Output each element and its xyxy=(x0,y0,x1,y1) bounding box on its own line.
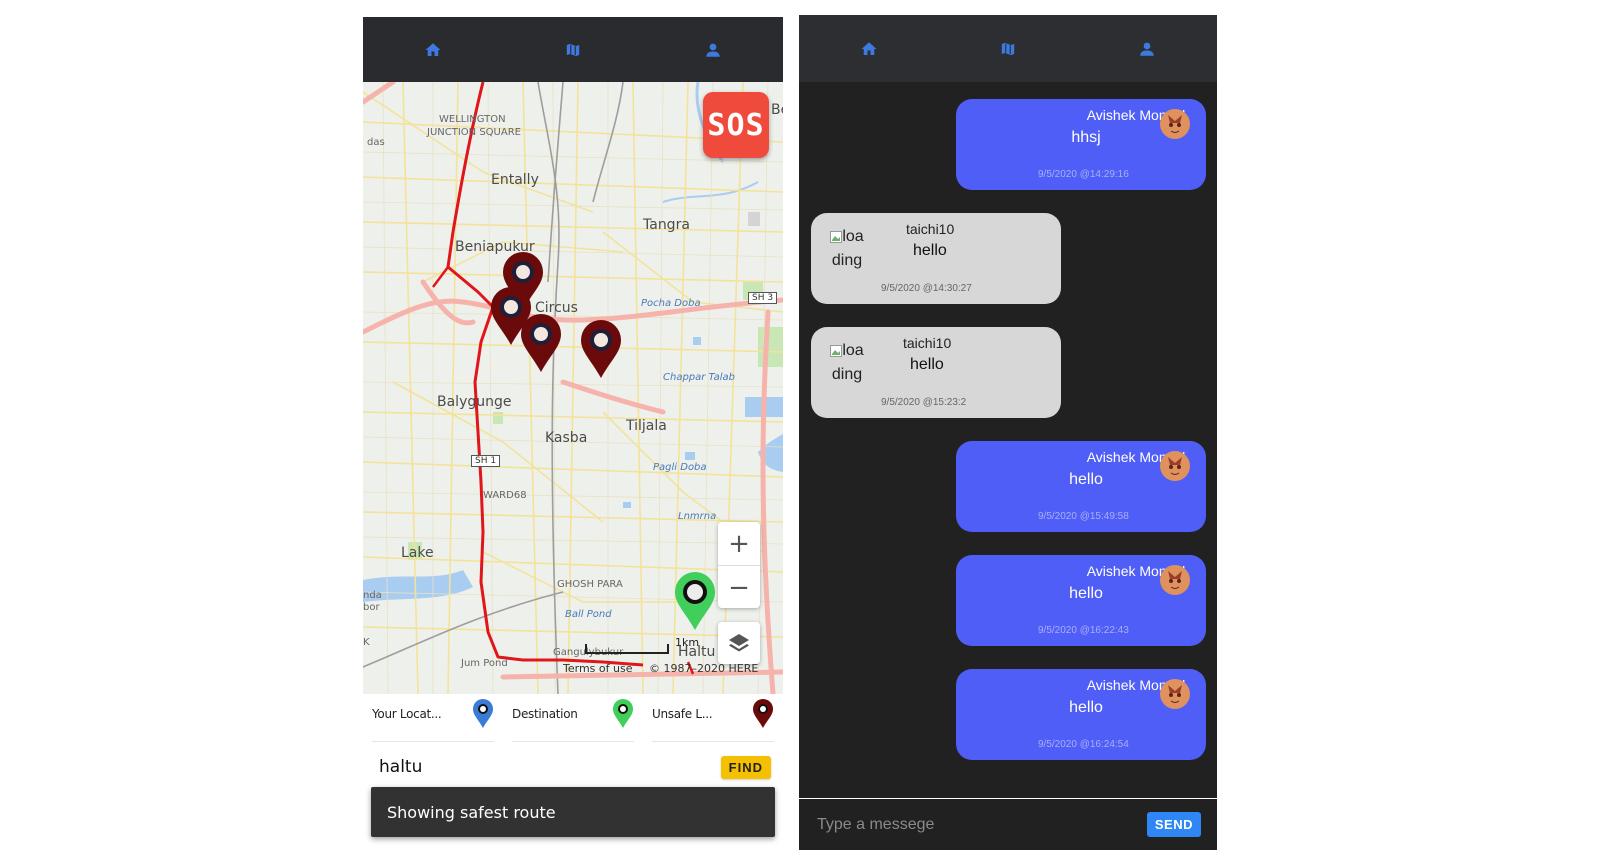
message-text: hello xyxy=(1069,699,1103,716)
unsafe-location-marker[interactable] xyxy=(519,314,563,374)
map-label: Pagli Doba xyxy=(653,462,707,473)
map-scale-label: 1km xyxy=(675,636,700,649)
message-timestamp: 9/5/2020 @15:49:58 xyxy=(1038,511,1129,522)
message-timestamp: 9/5/2020 @16:24:54 xyxy=(1038,739,1129,750)
destination-marker[interactable] xyxy=(673,572,717,632)
map-label: bor xyxy=(363,602,380,613)
map-copyright: © 1987–2020 HERE xyxy=(649,662,759,675)
message-input[interactable] xyxy=(815,814,1119,835)
legend-item-unsafe-location: Unsafe L... xyxy=(652,697,774,742)
map-label: Be xyxy=(771,102,783,118)
layers-button[interactable] xyxy=(718,622,760,664)
map-icon[interactable] xyxy=(562,39,584,61)
avatar xyxy=(1160,565,1190,595)
map-view[interactable]: WELLINGTON JUNCTION SQUARE das Entally B… xyxy=(363,82,783,694)
map-label: Kasba xyxy=(545,430,588,446)
map-label: WELLINGTON xyxy=(439,114,506,125)
map-label: K xyxy=(363,637,370,648)
unsafe-location-marker[interactable] xyxy=(579,320,623,380)
map-label: Tiljala xyxy=(626,418,667,434)
send-button[interactable]: SEND xyxy=(1146,812,1201,837)
sos-button[interactable]: SOS xyxy=(703,92,769,158)
avatar xyxy=(1160,109,1190,139)
broken-image-icon xyxy=(830,230,843,243)
chat-message-received: loa ding taichi10 hello 9/5/2020 @14:30:… xyxy=(811,213,1061,304)
map-label: Tangra xyxy=(643,217,690,233)
legend-label: Unsafe L... xyxy=(652,706,713,721)
legend-label: Your Locat... xyxy=(372,706,442,721)
map-label: GHOSH PARA xyxy=(557,579,623,590)
chat-message-list[interactable]: Avishek Mondal hhsj 9/5/2020 @14:29:16 l… xyxy=(799,82,1217,797)
map-label: Lnmrna xyxy=(678,511,717,522)
chat-message-sent: Avishek Mondal hello 9/5/2020 @15:49:58 xyxy=(956,441,1206,532)
legend-label: Destination xyxy=(512,706,578,721)
map-label: WARD68 xyxy=(483,490,527,501)
chat-message-sent: Avishek Mondal hello 9/5/2020 @16:22:43 xyxy=(956,555,1206,646)
avatar xyxy=(1160,679,1190,709)
message-sender: taichi10 xyxy=(906,221,955,237)
chat-message-sent: Avishek Mondal hello 9/5/2020 @16:24:54 xyxy=(956,669,1206,760)
road-shield: SH 1 xyxy=(471,455,501,467)
destination-pin-icon xyxy=(613,698,633,728)
message-text: hello xyxy=(1069,585,1103,602)
map-scale-bar xyxy=(585,644,669,654)
map-label: Balygunge xyxy=(437,394,512,410)
legend-item-destination: Destination xyxy=(512,697,634,742)
destination-search-row: haltu FIND xyxy=(379,752,771,782)
map-terms-link[interactable]: Terms of use xyxy=(563,662,632,675)
snackbar-toast: Showing safest route xyxy=(371,787,775,837)
message-timestamp: 9/5/2020 @16:22:43 xyxy=(1038,625,1129,636)
home-icon[interactable] xyxy=(422,39,444,61)
map-icon[interactable] xyxy=(997,38,1019,60)
zoom-out-button[interactable]: − xyxy=(718,566,760,609)
layers-icon xyxy=(729,634,749,652)
avatar-broken-image: loa ding xyxy=(825,339,869,387)
message-sender: taichi10 xyxy=(903,335,952,351)
avatar xyxy=(1160,451,1190,481)
profile-icon[interactable] xyxy=(702,39,724,61)
top-nav-bar xyxy=(363,17,783,82)
message-text: hhsj xyxy=(1071,129,1101,146)
broken-image-icon xyxy=(830,344,843,357)
profile-icon[interactable] xyxy=(1136,38,1158,60)
message-input-bar: SEND xyxy=(799,798,1217,850)
message-timestamp: 9/5/2020 @14:30:27 xyxy=(881,283,972,294)
map-label: Chappar Talab xyxy=(663,372,736,383)
message-text: hello xyxy=(913,242,947,259)
map-label: Lake xyxy=(401,545,434,561)
chat-screen: Avishek Mondal hhsj 9/5/2020 @14:29:16 l… xyxy=(799,15,1217,850)
message-timestamp: 9/5/2020 @14:29:16 xyxy=(1038,169,1129,180)
home-icon[interactable] xyxy=(858,38,880,60)
find-button[interactable]: FIND xyxy=(720,755,771,779)
map-label: nda xyxy=(363,590,382,601)
map-label: Pocha Doba xyxy=(641,298,701,309)
destination-input[interactable]: haltu xyxy=(379,757,422,777)
zoom-control: + − xyxy=(718,522,760,608)
avatar-broken-image: loa ding xyxy=(825,225,869,273)
message-timestamp: 9/5/2020 @15:23:2 xyxy=(881,397,967,408)
chat-message-sent: Avishek Mondal hhsj 9/5/2020 @14:29:16 xyxy=(956,99,1206,190)
message-text: hello xyxy=(910,356,944,373)
location-pin-icon xyxy=(473,698,493,728)
legend-item-your-location: Your Locat... xyxy=(372,697,494,742)
map-label: Jum Pond xyxy=(461,658,508,669)
top-nav-bar xyxy=(799,15,1217,82)
road-shield: SH 3 xyxy=(748,292,778,304)
map-label: Ball Pond xyxy=(565,609,612,620)
map-label: das xyxy=(367,137,385,148)
message-text: hello xyxy=(1069,471,1103,488)
map-label: JUNCTION SQUARE xyxy=(427,127,521,138)
map-legend: Your Locat... Destination Unsafe L... xyxy=(363,694,783,744)
unsafe-pin-icon xyxy=(753,698,773,728)
chat-message-received: loa ding taichi10 hello 9/5/2020 @15:23:… xyxy=(811,327,1061,418)
map-screen: WELLINGTON JUNCTION SQUARE das Entally B… xyxy=(363,17,783,850)
zoom-in-button[interactable]: + xyxy=(718,522,760,566)
map-label: Entally xyxy=(491,172,539,188)
